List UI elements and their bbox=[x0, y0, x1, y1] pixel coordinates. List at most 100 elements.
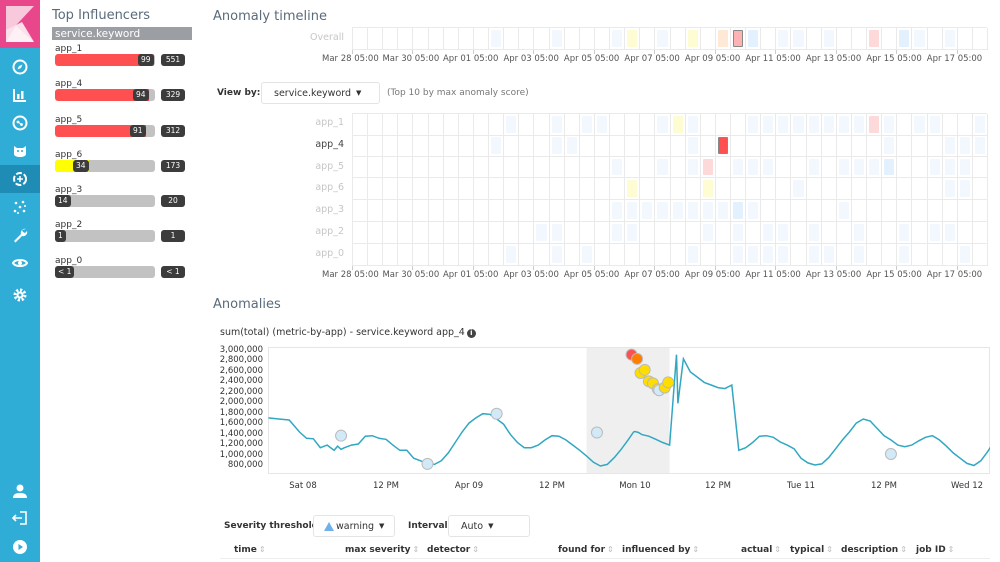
swimlane-cell[interactable] bbox=[806, 156, 822, 179]
swimlane-cell[interactable] bbox=[700, 134, 716, 157]
swimlane-cell[interactable] bbox=[972, 114, 989, 136]
collapse-icon[interactable] bbox=[0, 533, 40, 561]
swimlane-cell[interactable] bbox=[972, 156, 989, 179]
swimlane-cell[interactable] bbox=[413, 134, 429, 157]
swimlane-cell[interactable] bbox=[655, 134, 671, 157]
swimlane-cell[interactable] bbox=[625, 222, 641, 244]
swimlane-cell[interactable] bbox=[897, 222, 913, 244]
swimlane-cell[interactable] bbox=[836, 114, 852, 136]
swimlane-cell[interactable] bbox=[806, 222, 822, 244]
swimlane-cell[interactable] bbox=[731, 178, 747, 201]
swimlane-cell[interactable] bbox=[655, 156, 671, 179]
swimlane-cell[interactable] bbox=[685, 222, 701, 244]
swimlane-cell[interactable] bbox=[549, 200, 565, 222]
swimlane-cell[interactable] bbox=[882, 178, 898, 201]
swimlane-cell[interactable] bbox=[972, 200, 989, 222]
swimlane-cell[interactable] bbox=[715, 156, 731, 179]
swimlane-cell[interactable] bbox=[353, 222, 369, 244]
swimlane-cell[interactable] bbox=[504, 114, 520, 136]
swimlane-cell[interactable] bbox=[519, 178, 535, 201]
swimlane-cell[interactable] bbox=[625, 134, 641, 157]
swimlane-cell[interactable] bbox=[428, 200, 444, 222]
swimlane-cell[interactable] bbox=[821, 178, 837, 201]
swimlane-cell[interactable] bbox=[867, 178, 883, 201]
anomaly-marker[interactable] bbox=[638, 363, 651, 376]
swimlane-row[interactable] bbox=[352, 243, 989, 266]
swimlane-cell[interactable] bbox=[413, 222, 429, 244]
swimlane-cell[interactable] bbox=[473, 178, 490, 201]
swimlane-row[interactable] bbox=[352, 222, 989, 244]
swimlane-cell[interactable] bbox=[791, 156, 807, 179]
swimlane-cell[interactable] bbox=[882, 28, 898, 50]
swimlane-cell[interactable] bbox=[655, 243, 671, 266]
swimlane-cell[interactable] bbox=[927, 156, 943, 179]
swimlane-cell[interactable] bbox=[353, 200, 369, 222]
wrench-icon[interactable] bbox=[0, 221, 40, 249]
influencer-name[interactable]: app_0 bbox=[55, 256, 82, 266]
swimlane-cell[interactable] bbox=[897, 28, 913, 50]
swimlane-cell[interactable] bbox=[398, 222, 414, 244]
swimlane-cell[interactable] bbox=[867, 222, 883, 244]
swimlane-cell[interactable] bbox=[564, 114, 580, 136]
swimlane-cell[interactable] bbox=[836, 28, 852, 50]
swimlane-cell[interactable] bbox=[957, 156, 973, 179]
swimlane-cell[interactable] bbox=[398, 156, 414, 179]
swimlane-cell[interactable] bbox=[534, 28, 550, 50]
swimlane-cell[interactable] bbox=[655, 200, 671, 222]
influencer-item[interactable]: app_6 34 173 bbox=[52, 148, 192, 183]
swimlane-cell[interactable] bbox=[504, 243, 520, 266]
swimlane-cell[interactable] bbox=[700, 200, 716, 222]
influencer-name[interactable]: app_4 bbox=[55, 79, 82, 89]
swimlane-cell[interactable] bbox=[398, 28, 414, 50]
swimlane-cell[interactable] bbox=[821, 28, 837, 50]
swimlane-cell[interactable] bbox=[504, 134, 520, 157]
swimlane-cell[interactable] bbox=[836, 222, 852, 244]
swimlane-cell[interactable] bbox=[731, 243, 747, 266]
swimlane-cell[interactable] bbox=[489, 200, 505, 222]
sort-icon[interactable]: ⇕ bbox=[692, 545, 699, 554]
swimlane-cell[interactable] bbox=[625, 28, 641, 50]
sort-icon[interactable]: ⇕ bbox=[774, 545, 781, 554]
swimlane-cell[interactable] bbox=[549, 114, 565, 136]
swimlane-cell[interactable] bbox=[972, 28, 989, 50]
swimlane-cell[interactable] bbox=[715, 114, 731, 136]
swimlane-cell[interactable] bbox=[534, 178, 550, 201]
kibana-logo[interactable] bbox=[0, 0, 40, 48]
swimlane-cell[interactable] bbox=[353, 114, 369, 136]
swimlane-label[interactable]: app_4 bbox=[284, 139, 344, 150]
swimlane-cell[interactable] bbox=[534, 156, 550, 179]
swimlane-cell[interactable] bbox=[549, 222, 565, 244]
swimlane-cell[interactable] bbox=[670, 243, 686, 266]
swimlane-cell[interactable] bbox=[413, 200, 429, 222]
swimlane-cell[interactable] bbox=[776, 222, 792, 244]
swimlane-cell[interactable] bbox=[519, 222, 535, 244]
swimlane-cell[interactable] bbox=[564, 134, 580, 157]
swimlane-cell[interactable] bbox=[836, 243, 852, 266]
table-column-header[interactable]: max severity ⇕ bbox=[345, 545, 419, 555]
swimlane-cell[interactable] bbox=[957, 28, 973, 50]
swimlane-cell[interactable] bbox=[655, 114, 671, 136]
table-column-header[interactable]: found for ⇕ bbox=[558, 545, 614, 555]
swimlane-cell[interactable] bbox=[851, 200, 868, 222]
swimlane-cell[interactable] bbox=[640, 222, 656, 244]
swimlane-cell[interactable] bbox=[776, 200, 792, 222]
swimlane-cell[interactable] bbox=[912, 134, 928, 157]
influencer-name[interactable]: app_5 bbox=[55, 115, 82, 125]
swimlane-cell[interactable] bbox=[882, 114, 898, 136]
info-icon[interactable]: i bbox=[466, 329, 476, 338]
swimlane-cell[interactable] bbox=[685, 114, 701, 136]
influencer-item[interactable]: app_0 < 1 < 1 bbox=[52, 254, 192, 289]
swimlane-cell[interactable] bbox=[670, 28, 686, 50]
swimlane-cell[interactable] bbox=[579, 222, 595, 244]
swimlane-label[interactable]: app_6 bbox=[284, 182, 344, 193]
swimlane-cell[interactable] bbox=[685, 134, 701, 157]
swimlane-cell[interactable] bbox=[942, 200, 958, 222]
swimlane-cell[interactable] bbox=[761, 243, 777, 266]
swimlane-cell[interactable] bbox=[791, 200, 807, 222]
swimlane-cell[interactable] bbox=[610, 114, 626, 136]
swimlane-cell[interactable] bbox=[579, 134, 595, 157]
overall-swimlane[interactable] bbox=[352, 27, 989, 50]
swimlane-cell[interactable] bbox=[957, 114, 973, 136]
anomaly-marker[interactable] bbox=[335, 429, 348, 442]
swimlane-cell[interactable] bbox=[383, 114, 399, 136]
